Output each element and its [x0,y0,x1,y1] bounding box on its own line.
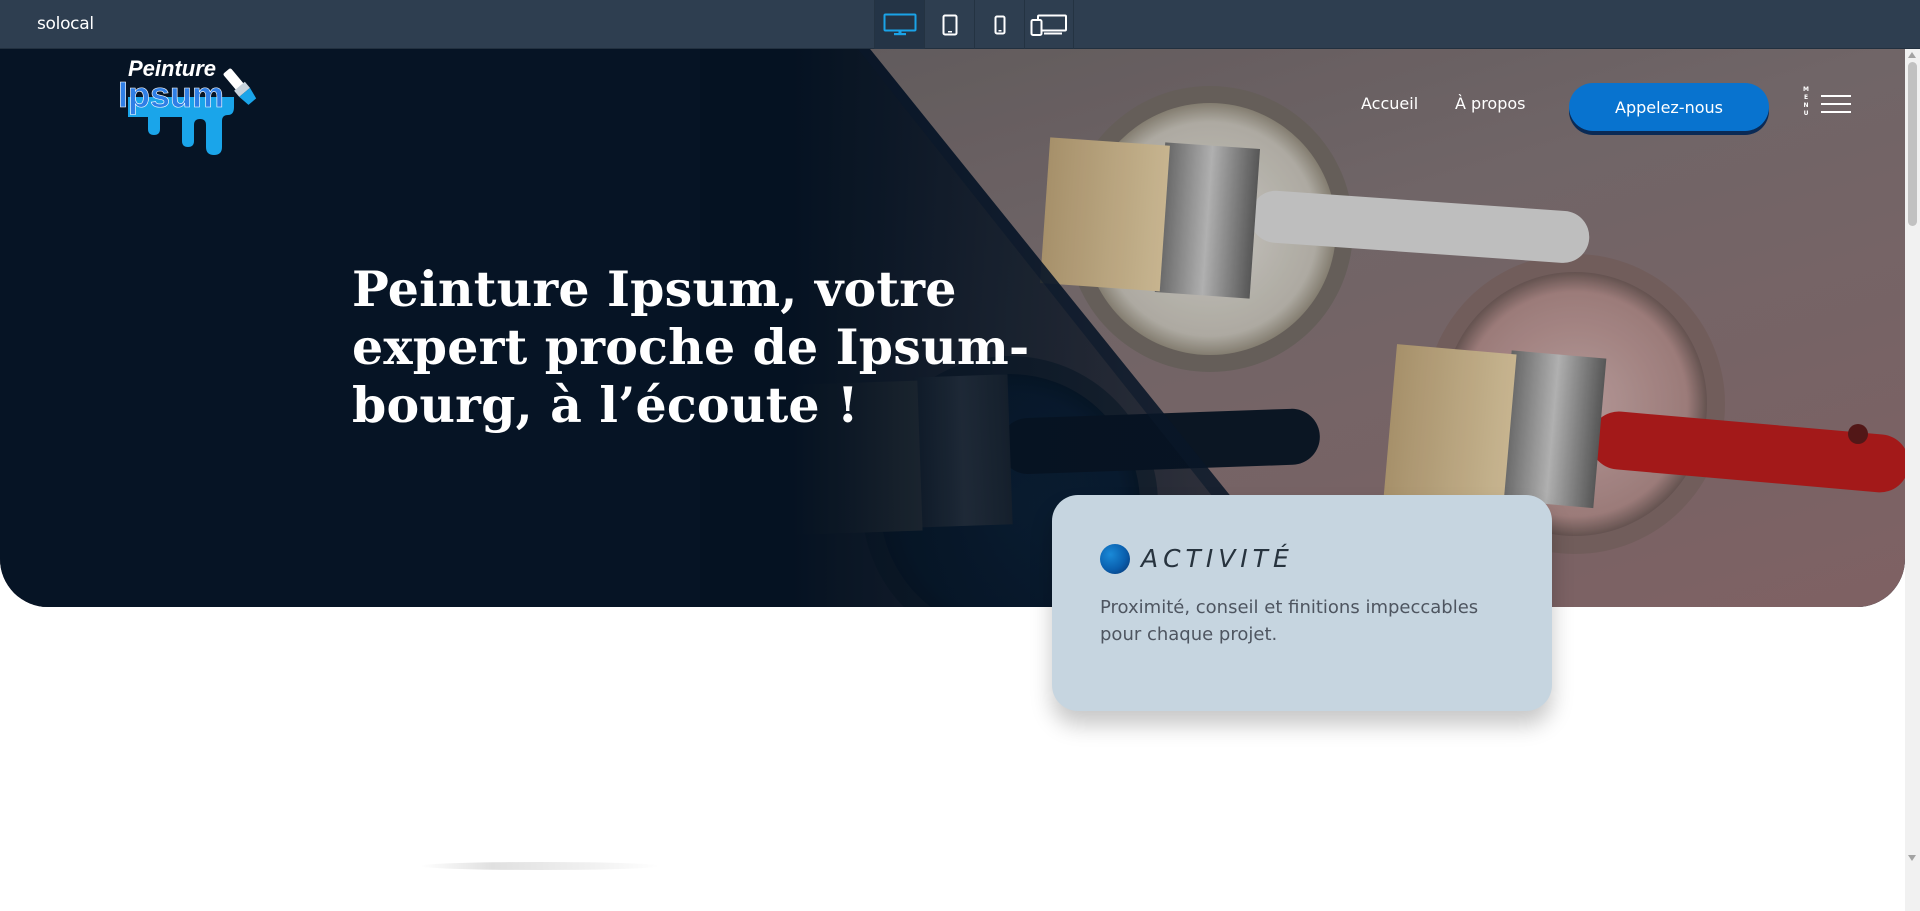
menu-label: MENU [1803,86,1809,117]
activity-card: ACTIVITÉ Proximité, conseil et finitions… [1052,495,1552,711]
tablet-icon [942,14,957,35]
activity-bullet-icon [1100,544,1130,574]
hero-title: Peinture Ipsum, votre expert proche de I… [352,260,1030,434]
hero-banner: Peinture Ipsum Accueil À propos Appelez-… [0,49,1905,607]
hamburger-icon [1821,95,1851,115]
menu-toggle-button[interactable]: MENU [1802,86,1852,126]
scroll-thumb[interactable] [1908,62,1917,226]
scroll-down-arrow-icon[interactable] [1908,855,1916,861]
scroll-up-arrow-icon[interactable] [1908,52,1916,58]
desktop-view-button[interactable] [874,0,924,49]
multi-device-view-button[interactable] [1024,0,1074,49]
mobile-view-button[interactable] [974,0,1024,49]
device-switcher [874,0,1074,49]
multi-device-icon [1030,14,1067,36]
desktop-icon [883,13,916,35]
nav-link-accueil[interactable]: Accueil [1361,94,1418,113]
solocal-brand: solocal [37,14,94,34]
decorative-sweep [420,862,660,870]
activity-label: ACTIVITÉ [1141,544,1294,573]
activity-description: Proximité, conseil et finitions impeccab… [1100,597,1479,645]
page-scrollbar[interactable] [1905,49,1920,911]
call-us-button[interactable]: Appelez-nous [1569,83,1769,131]
preview-toolbar: solocal [0,0,1920,49]
website-preview: Peinture Ipsum Accueil À propos Appelez-… [0,49,1905,911]
nav-link-a-propos[interactable]: À propos [1455,94,1525,113]
main-navigation: Accueil À propos Appelez-nous MENU [0,83,1905,131]
tablet-view-button[interactable] [924,0,974,49]
mobile-icon [994,15,1005,34]
